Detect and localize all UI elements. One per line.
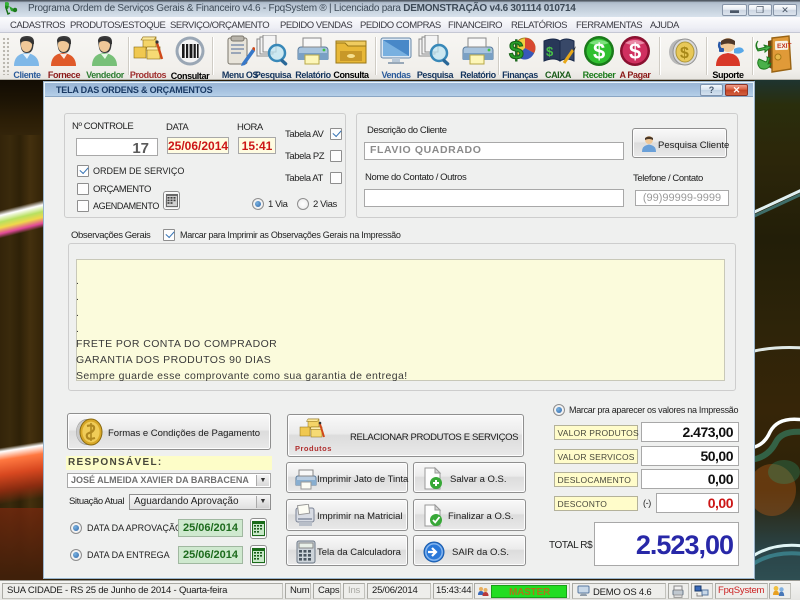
svg-text:$: $ (680, 45, 689, 62)
svg-text:$: $ (629, 39, 641, 64)
svg-text:EXIT: EXIT (777, 43, 792, 51)
svg-text:$: $ (593, 39, 605, 64)
svg-text:$: $ (546, 44, 554, 59)
svg-text:$: $ (509, 35, 524, 65)
